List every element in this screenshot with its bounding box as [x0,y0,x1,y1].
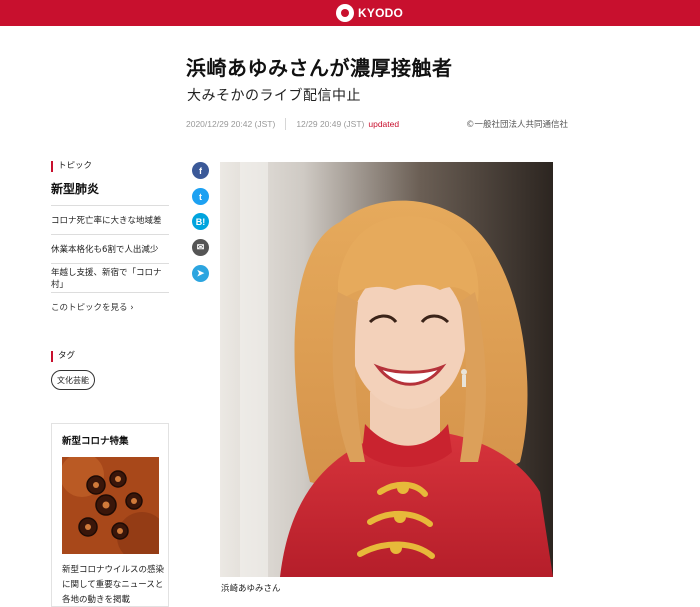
updated-label: updated [368,119,400,129]
twitter-icon[interactable]: t [192,188,209,205]
updated-timestamp: 12/29 20:49 (JST) [296,119,365,129]
hatena-bookmark-icon[interactable]: B! [192,213,209,230]
feature-desc-line: 各地の動きを掲載 [62,595,131,605]
brand-name: KYODO [358,6,404,20]
facebook-icon[interactable]: f [192,162,209,179]
copyright-notice: ©一般社団法人共同通信社 [466,120,569,130]
coronavirus-image [62,457,159,554]
kyodo-logo-mark-icon [336,4,354,22]
topic-item[interactable]: 年越し支援、新宿で「コロナ村」 [51,263,169,292]
mail-icon[interactable]: ✉ [192,239,209,256]
topic-title[interactable]: 新型肺炎 [51,180,99,197]
updated-time: 12/29 20:49 (JST) updated [296,119,399,129]
tag-chip[interactable]: 文化芸能 [51,370,95,390]
article-headline: 浜崎あゆみさんが濃厚接触者 [186,56,453,80]
photo-caption: 浜崎あゆみさん [221,584,281,594]
feature-desc-line: に関して重要なニュースと [62,580,164,590]
published-time: 2020/12/29 20:42 (JST) [186,119,276,129]
article-photo[interactable] [220,162,553,577]
feature-desc-line: 新型コロナウイルスの感染 [62,565,165,575]
telegram-icon[interactable]: ➤ [192,265,209,282]
feature-title: 新型コロナ特集 [62,436,129,447]
feature-description: 新型コロナウイルスの感染 に関して重要なニュースと 各地の動きを掲載 [62,563,165,607]
site-header: KYODO [0,0,700,26]
topic-more-link[interactable]: このトピックを見る › [51,292,169,321]
feature-card[interactable]: 新型コロナ特集 新型コロナウイルスの感染 に関して重要なニュースと 各地の動きを… [51,423,169,607]
topic-item[interactable]: コロナ死亡率に大きな地域差 [51,205,169,234]
topic-heading: トピック [51,161,92,172]
kyodo-logo[interactable]: KYODO [336,4,403,22]
topic-item[interactable]: 休業本格化も6割で人出減少 [51,234,169,263]
meta-divider [285,118,287,130]
article-subhead: 大みそかのライブ配信中止 [187,88,361,104]
topic-list: コロナ死亡率に大きな地域差 休業本格化も6割で人出減少 年越し支援、新宿で「コロ… [51,205,169,321]
tag-heading: タグ [51,351,75,362]
article-meta: 2020/12/29 20:42 (JST) 12/29 20:49 (JST)… [186,118,399,130]
